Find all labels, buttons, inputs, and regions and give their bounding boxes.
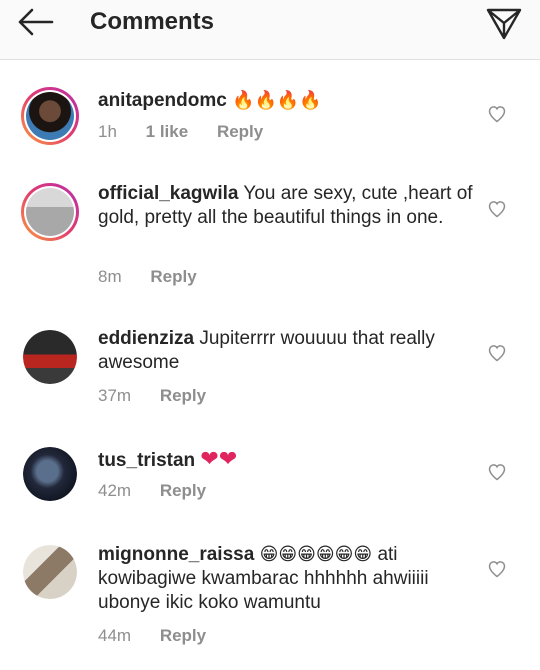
- reply-button[interactable]: Reply: [160, 626, 206, 645]
- reply-button[interactable]: Reply: [160, 481, 206, 500]
- comment-time: 1h: [98, 122, 117, 141]
- heart-icon[interactable]: [487, 343, 507, 363]
- comment-username[interactable]: mignonne_raissa: [98, 544, 254, 565]
- grinning-emoji-icon: 😁😁😁😁😁😁: [259, 544, 373, 564]
- arrow-left-icon[interactable]: [14, 4, 58, 40]
- comment-time: 42m: [98, 481, 132, 500]
- reply-button[interactable]: Reply: [150, 267, 196, 286]
- comment-meta: 8m Reply: [98, 267, 221, 287]
- comment-time: 8m: [98, 267, 122, 286]
- page-title: Comments: [90, 8, 215, 35]
- heart-emoji-icon: ❤❤: [200, 446, 238, 471]
- comment-item: official_kagwila You are sexy, cute ,hea…: [0, 165, 540, 305]
- heart-icon[interactable]: [487, 462, 507, 482]
- comment-likes[interactable]: 1 like: [146, 122, 189, 141]
- avatar[interactable]: [21, 183, 79, 241]
- avatar[interactable]: [21, 87, 79, 145]
- comment-username[interactable]: official_kagwila: [98, 183, 238, 204]
- heart-icon[interactable]: [487, 104, 507, 124]
- comment-item: eddienziza Jupiterrrr wouuuu that really…: [0, 305, 540, 425]
- top-bar: Comments: [0, 0, 540, 60]
- comment-time: 37m: [98, 386, 132, 405]
- reply-button[interactable]: Reply: [160, 386, 206, 405]
- paper-plane-icon[interactable]: [484, 2, 524, 42]
- comment-item: mignonne_raissa 😁😁😁😁😁😁 ati kowibagiwe kw…: [0, 535, 540, 670]
- comment-username[interactable]: tus_tristan: [98, 450, 195, 471]
- comment-item: anitapendomc 🔥🔥🔥🔥 1h 1 like Reply: [0, 60, 540, 165]
- comment-meta: 1h 1 like Reply: [98, 122, 287, 142]
- heart-icon[interactable]: [487, 199, 507, 219]
- avatar[interactable]: [23, 545, 77, 599]
- comment-time: 44m: [98, 626, 132, 645]
- comment-item: tus_tristan ❤❤ 42m Reply: [0, 425, 540, 535]
- comment-meta: 44m Reply: [98, 626, 230, 646]
- avatar[interactable]: [23, 447, 77, 501]
- comment-meta: 37m Reply: [98, 386, 230, 406]
- comment-username[interactable]: eddienziza: [98, 328, 194, 349]
- fire-emoji-icon: 🔥🔥🔥🔥: [232, 90, 322, 110]
- avatar[interactable]: [23, 330, 77, 384]
- reply-button[interactable]: Reply: [217, 122, 263, 141]
- heart-icon[interactable]: [487, 559, 507, 579]
- comment-username[interactable]: anitapendomc: [98, 90, 227, 111]
- comment-meta: 42m Reply: [98, 481, 230, 501]
